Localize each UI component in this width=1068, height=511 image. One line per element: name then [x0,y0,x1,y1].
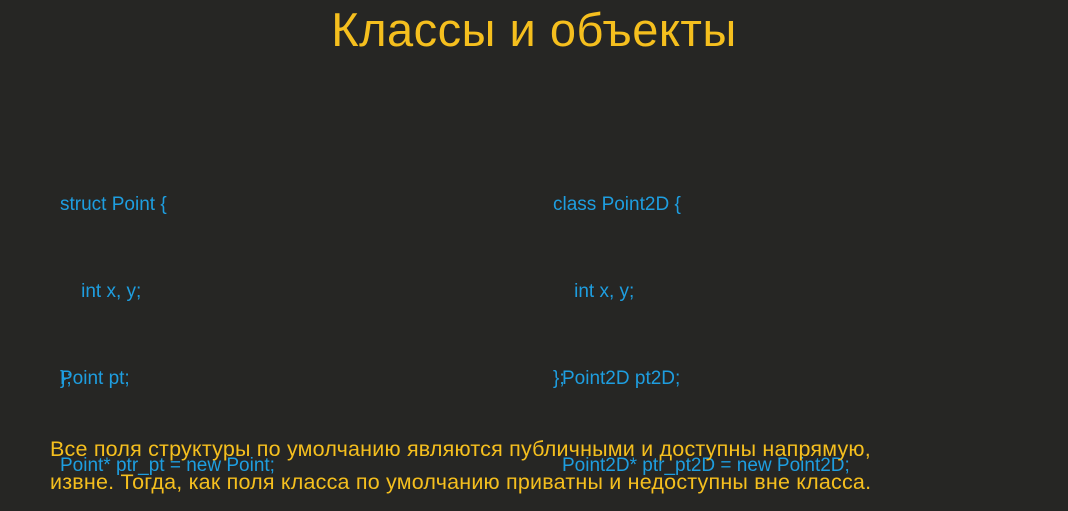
code-line: struct Point { [60,194,167,215]
note-line: Все поля структуры по умолчанию являются… [50,437,871,461]
explanation-note: Все поля структуры по умолчанию являются… [50,433,1040,499]
code-line: class Point2D { [553,194,681,215]
code-line: Point pt; [60,368,130,389]
code-line: int x, y; [60,281,142,302]
code-line: int x, y; [553,281,635,302]
code-line: Point2D pt2D; [562,368,681,389]
note-line: извне. Тогда, как поля класса по умолчан… [50,470,872,494]
slide-title: Классы и объекты [331,3,737,56]
